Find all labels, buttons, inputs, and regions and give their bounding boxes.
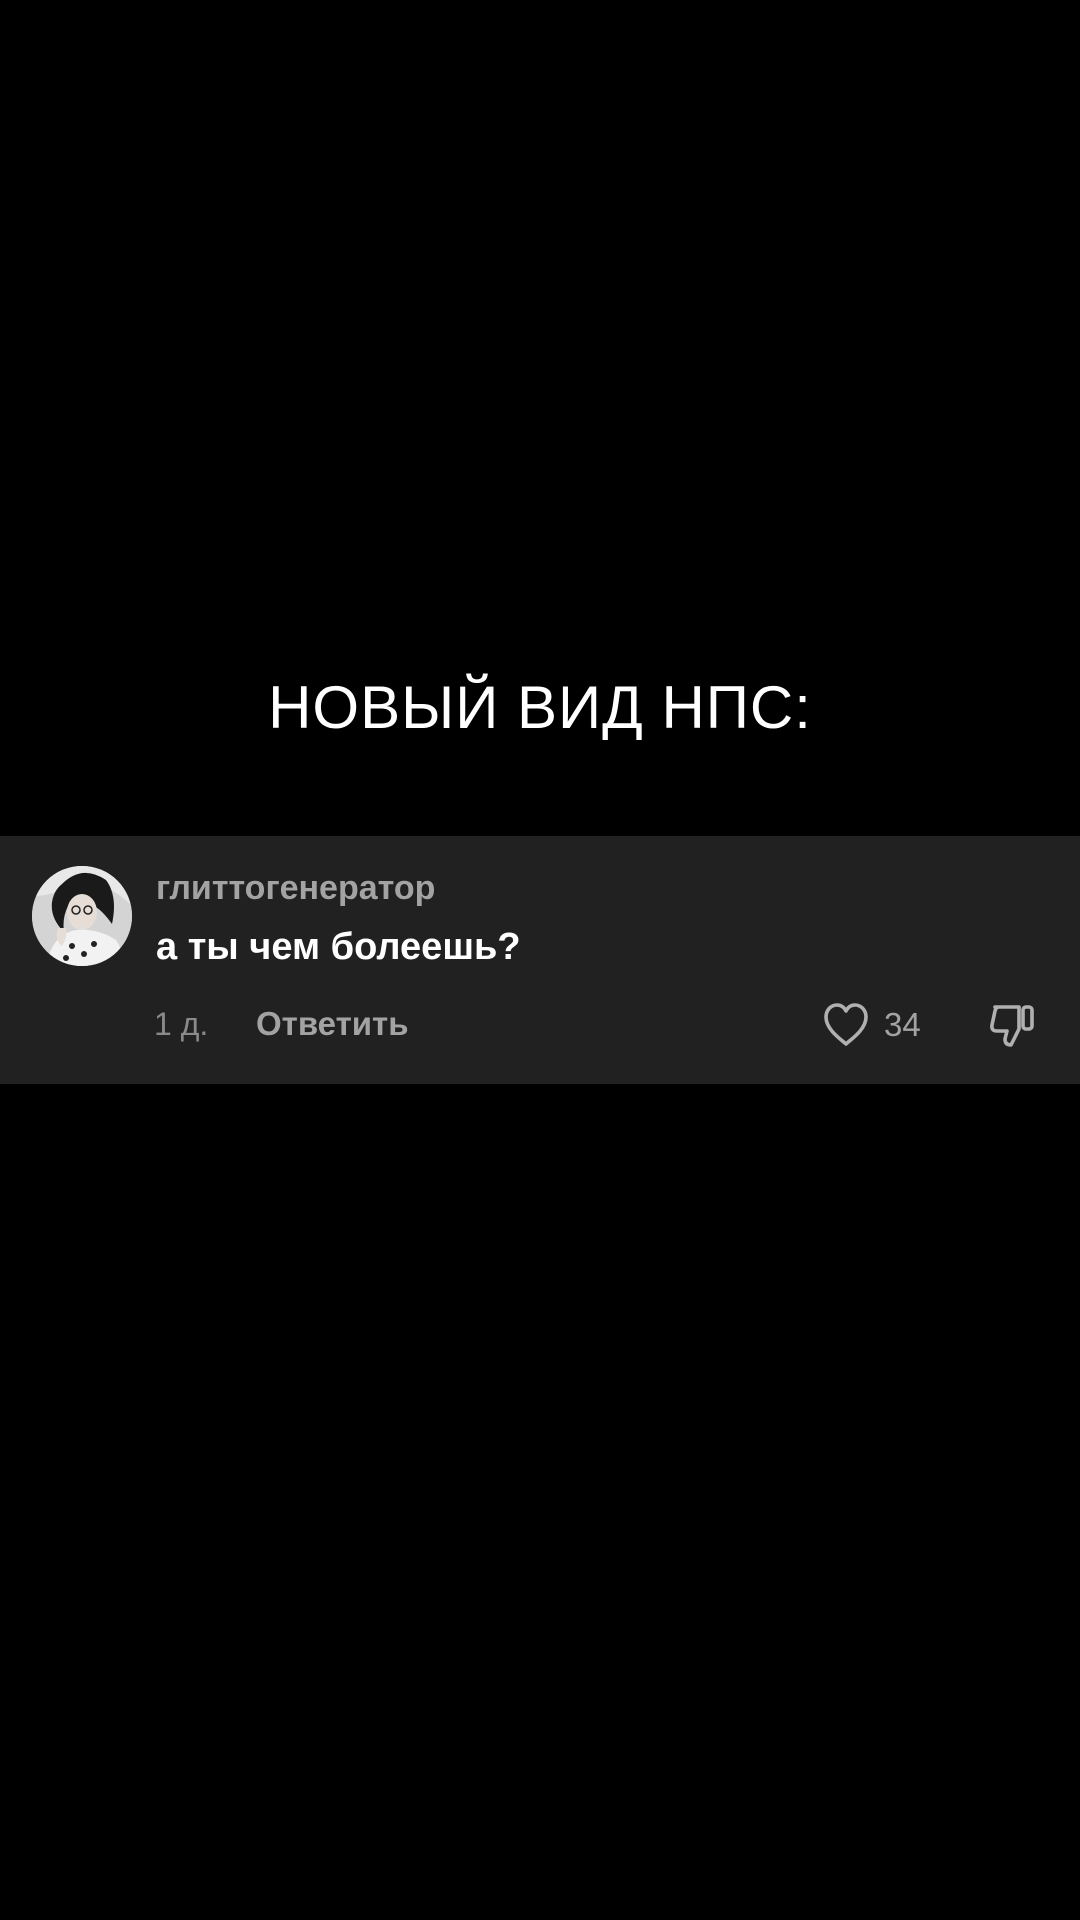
avatar[interactable] bbox=[32, 866, 132, 966]
thumbs-down-outline-icon bbox=[990, 1005, 1034, 1047]
reply-button[interactable]: Ответить bbox=[256, 1004, 409, 1044]
comment-username[interactable]: глиттогенератор bbox=[156, 868, 435, 908]
like-count: 34 bbox=[884, 1006, 921, 1043]
comment-timestamp: 1 д. bbox=[154, 1006, 209, 1042]
comment-text: а ты чем болеешь? bbox=[156, 926, 521, 968]
comment-card: глиттогенератор а ты чем болеешь? 1 д. О… bbox=[0, 836, 1080, 1084]
avatar-image bbox=[32, 866, 132, 966]
like-button[interactable]: 34 bbox=[822, 1001, 921, 1049]
dislike-button[interactable] bbox=[987, 1001, 1037, 1051]
heart-outline-icon bbox=[824, 1003, 868, 1046]
video-caption: НОВЫЙ ВИД НПС: bbox=[268, 674, 812, 741]
